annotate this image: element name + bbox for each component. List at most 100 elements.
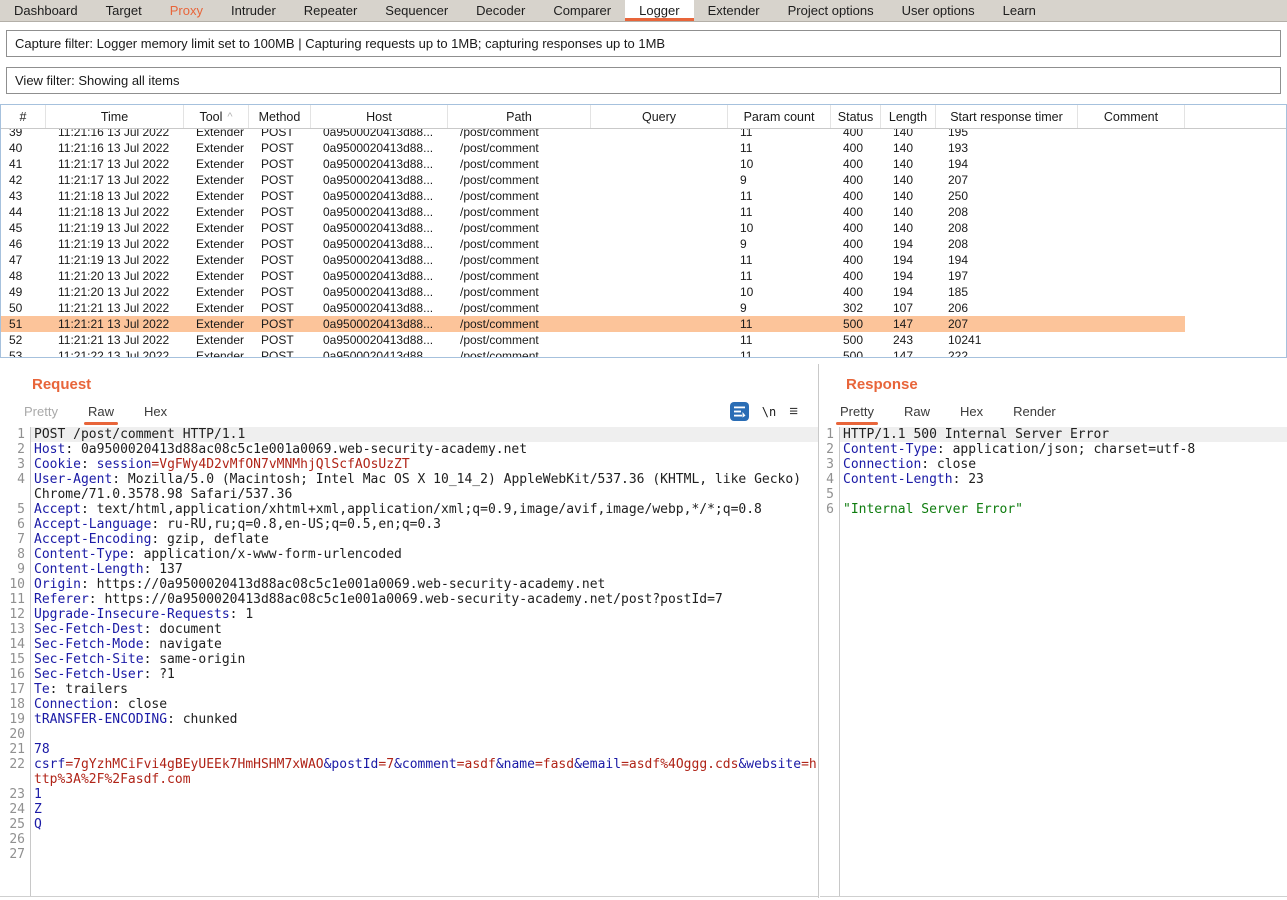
editor-line: 10Origin: https://0a9500020413d88ac08c5c…	[0, 577, 818, 592]
column-header-comment[interactable]: Comment	[1078, 105, 1185, 128]
cell-id: 52	[1, 332, 46, 348]
request-editor[interactable]: 1POST /post/comment HTTP/1.12Host: 0a950…	[0, 427, 818, 897]
tab-repeater[interactable]: Repeater	[290, 0, 371, 21]
column-header-path[interactable]: Path	[448, 105, 591, 128]
table-row[interactable]: 4211:21:17 13 Jul 2022ExtenderPOST0a9500…	[1, 172, 1286, 188]
response-tab-hex[interactable]: Hex	[960, 404, 983, 425]
tab-user-options[interactable]: User options	[888, 0, 989, 21]
cell-param-count: 10	[728, 220, 831, 236]
line-number: 23	[0, 787, 30, 802]
cell-comment	[1078, 268, 1185, 284]
cell-path: /post/comment	[448, 252, 591, 268]
response-tab-raw[interactable]: Raw	[904, 404, 930, 425]
table-row[interactable]: 4811:21:20 13 Jul 2022ExtenderPOST0a9500…	[1, 268, 1286, 284]
request-tab-pretty[interactable]: Pretty	[24, 404, 58, 425]
column-header-method[interactable]: Method	[249, 105, 311, 128]
table-row[interactable]: 5311:21:22 13 Jul 2022ExtenderPOST0a9500…	[1, 348, 1286, 357]
line-number: 20	[0, 727, 30, 742]
cell-path: /post/comment	[448, 188, 591, 204]
cell-query	[591, 332, 728, 348]
table-row[interactable]: 4011:21:16 13 Jul 2022ExtenderPOST0a9500…	[1, 140, 1286, 156]
capture-filter-text: Capture filter: Logger memory limit set …	[15, 36, 665, 51]
cell-tool: Extender	[184, 204, 249, 220]
table-row[interactable]: 4611:21:19 13 Jul 2022ExtenderPOST0a9500…	[1, 236, 1286, 252]
response-tab-pretty[interactable]: Pretty	[840, 404, 874, 425]
tab-extender[interactable]: Extender	[694, 0, 774, 21]
cell-param-count: 11	[728, 140, 831, 156]
logger-table: #TimeTool^MethodHostPathQueryParam count…	[0, 104, 1287, 358]
request-tab-raw[interactable]: Raw	[88, 404, 114, 425]
column-header-param-count[interactable]: Param count	[728, 105, 831, 128]
cell-host: 0a9500020413d88...	[311, 129, 448, 140]
cell-status: 500	[831, 348, 881, 357]
tab-target[interactable]: Target	[92, 0, 156, 21]
request-tab-hex[interactable]: Hex	[144, 404, 167, 425]
cell-tool: Extender	[184, 220, 249, 236]
tab-dashboard[interactable]: Dashboard	[0, 0, 92, 21]
cell-query	[591, 252, 728, 268]
column-header-tool[interactable]: Tool^	[184, 105, 249, 128]
table-row[interactable]: 5011:21:21 13 Jul 2022ExtenderPOST0a9500…	[1, 300, 1286, 316]
cell-time: 11:21:20 13 Jul 2022	[46, 284, 184, 300]
tab-sequencer[interactable]: Sequencer	[371, 0, 462, 21]
table-row[interactable]: 4111:21:17 13 Jul 2022ExtenderPOST0a9500…	[1, 156, 1286, 172]
column-header-[interactable]: #	[1, 105, 46, 128]
cell-length: 194	[881, 252, 936, 268]
column-header-length[interactable]: Length	[881, 105, 936, 128]
cell-method: POST	[249, 188, 311, 204]
cell-host: 0a9500020413d88...	[311, 236, 448, 252]
column-header-query[interactable]: Query	[591, 105, 728, 128]
editor-line: 18Connection: close	[0, 697, 818, 712]
tab-project-options[interactable]: Project options	[774, 0, 888, 21]
column-header-status[interactable]: Status	[831, 105, 881, 128]
table-row[interactable]: 5211:21:21 13 Jul 2022ExtenderPOST0a9500…	[1, 332, 1286, 348]
cell-id: 51	[1, 316, 46, 332]
cell-host: 0a9500020413d88...	[311, 348, 448, 357]
response-tab-render[interactable]: Render	[1013, 404, 1056, 425]
cell-id: 46	[1, 236, 46, 252]
cell-path: /post/comment	[448, 220, 591, 236]
tab-intruder[interactable]: Intruder	[217, 0, 290, 21]
response-editor[interactable]: 1HTTP/1.1 500 Internal Server Error2Cont…	[820, 427, 1287, 897]
column-header-host[interactable]: Host	[311, 105, 448, 128]
table-row[interactable]: 5111:21:21 13 Jul 2022ExtenderPOST0a9500…	[1, 316, 1286, 332]
editor-line: 1HTTP/1.1 500 Internal Server Error	[820, 427, 1287, 442]
cell-time: 11:21:19 13 Jul 2022	[46, 252, 184, 268]
cell-status: 302	[831, 300, 881, 316]
tab-comparer[interactable]: Comparer	[539, 0, 625, 21]
table-row[interactable]: 3911:21:16 13 Jul 2022ExtenderPOST0a9500…	[1, 129, 1286, 140]
line-content: Sec-Fetch-Dest: document	[30, 622, 818, 637]
line-number: 21	[0, 742, 30, 757]
tab-proxy[interactable]: Proxy	[156, 0, 217, 21]
pretty-print-toggle-icon[interactable]	[730, 402, 749, 421]
cell-length: 194	[881, 284, 936, 300]
cell-start-response-timer: 195	[936, 129, 1078, 140]
table-row[interactable]: 4711:21:19 13 Jul 2022ExtenderPOST0a9500…	[1, 252, 1286, 268]
table-row[interactable]: 4511:21:19 13 Jul 2022ExtenderPOST0a9500…	[1, 220, 1286, 236]
line-content	[30, 832, 818, 847]
cell-method: POST	[249, 220, 311, 236]
tab-learn[interactable]: Learn	[989, 0, 1050, 21]
cell-time: 11:21:16 13 Jul 2022	[46, 140, 184, 156]
column-header-time[interactable]: Time	[46, 105, 184, 128]
newline-toggle-icon[interactable]: \n	[762, 405, 776, 419]
editor-line: 19tRANSFER-ENCODING: chunked	[0, 712, 818, 727]
cell-start-response-timer: 185	[936, 284, 1078, 300]
cell-status: 400	[831, 236, 881, 252]
capture-filter-bar[interactable]: Capture filter: Logger memory limit set …	[6, 30, 1281, 57]
line-number: 26	[0, 832, 30, 847]
cell-method: POST	[249, 140, 311, 156]
cell-host: 0a9500020413d88...	[311, 284, 448, 300]
column-header-start-response-timer[interactable]: Start response timer	[936, 105, 1078, 128]
line-content: Host: 0a9500020413d88ac08c5c1e001a0069.w…	[30, 442, 818, 457]
editor-menu-icon[interactable]: ≡	[789, 403, 798, 420]
cell-method: POST	[249, 332, 311, 348]
table-row[interactable]: 4911:21:20 13 Jul 2022ExtenderPOST0a9500…	[1, 284, 1286, 300]
cell-time: 11:21:21 13 Jul 2022	[46, 316, 184, 332]
tab-logger[interactable]: Logger	[625, 0, 693, 21]
cell-path: /post/comment	[448, 140, 591, 156]
view-filter-bar[interactable]: View filter: Showing all items	[6, 67, 1281, 94]
table-row[interactable]: 4311:21:18 13 Jul 2022ExtenderPOST0a9500…	[1, 188, 1286, 204]
tab-decoder[interactable]: Decoder	[462, 0, 539, 21]
table-row[interactable]: 4411:21:18 13 Jul 2022ExtenderPOST0a9500…	[1, 204, 1286, 220]
